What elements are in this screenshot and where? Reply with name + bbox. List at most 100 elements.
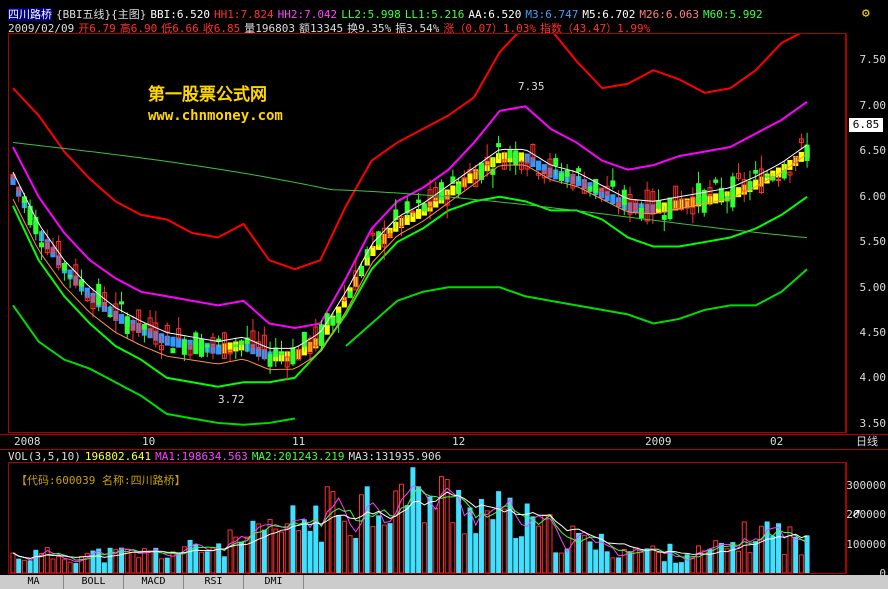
volume-bar (79, 555, 85, 573)
volume-bar (541, 514, 547, 573)
candle-body (496, 143, 502, 148)
volume-bar (73, 563, 79, 573)
bbi-block (467, 173, 473, 184)
volume-bar (336, 515, 342, 573)
candle-body (61, 262, 67, 271)
volume-bar (604, 551, 610, 573)
bbi-block (416, 208, 422, 219)
candle-body (124, 316, 130, 334)
volume-bar (638, 551, 644, 573)
volume-ma2-line (12, 486, 808, 561)
volume-bar (673, 562, 679, 573)
candle-body (507, 149, 513, 159)
volume-bar (718, 542, 724, 573)
volume-bar (461, 533, 467, 573)
m26-value: M26:6.063 (639, 8, 699, 21)
tab-macd[interactable]: MACD (124, 575, 184, 589)
candle-body (421, 203, 427, 212)
ma-line-m5 (12, 144, 808, 349)
tab-rsi[interactable]: RSI (184, 575, 244, 589)
volume-bar (416, 486, 422, 573)
volume-bar (290, 505, 296, 573)
bbi-block (170, 336, 176, 347)
m3-value: M3:6.747 (525, 8, 579, 21)
volume-bar (387, 523, 393, 573)
volume-bar (621, 548, 627, 573)
candle-body (119, 301, 125, 305)
tab-ma[interactable]: MA (4, 575, 64, 589)
tab-dmi[interactable]: DMI (244, 575, 304, 589)
volume-bar (159, 558, 165, 573)
period-label[interactable]: 日线 (856, 435, 878, 448)
volume-bar (136, 557, 142, 573)
volume-bar (107, 547, 113, 573)
volume-bar (633, 547, 639, 573)
ll2-value: LL2:5.998 (341, 8, 401, 21)
volume-bar (221, 556, 227, 573)
date-axis: 2008 10 11 12 2009 02 日线 (0, 434, 888, 450)
volume-bar (421, 522, 427, 573)
volume-bar (798, 554, 804, 573)
candle-body (233, 344, 239, 348)
hh1-value: HH1:7.824 (213, 8, 274, 21)
volume-bar (341, 520, 347, 573)
candle-body (718, 187, 724, 201)
volume-bar (193, 543, 199, 573)
volume-bar (16, 558, 22, 573)
date-label: 12 (452, 435, 466, 448)
volume-bar (353, 537, 359, 573)
hh2-value: HH2:7.042 (277, 8, 338, 21)
volume-bar (530, 516, 536, 573)
candle-body (564, 169, 570, 177)
volume-bar (27, 560, 33, 573)
price-tick: 6.00 (859, 189, 887, 203)
watermark-title: 第一股票公式网 (148, 85, 267, 105)
settings-icon[interactable]: ⚙ (862, 6, 870, 21)
bbi-block (118, 313, 125, 324)
volume-bar (736, 550, 742, 573)
volume-bar (627, 551, 633, 573)
volume-bar (50, 558, 56, 573)
candle-body (267, 354, 273, 367)
bbi-value: BBI:6.520 (150, 8, 210, 21)
price-tick: 7.50 (859, 53, 887, 67)
volume-bar (227, 529, 233, 573)
volume-bar (696, 545, 702, 573)
ma-line-m26 (12, 153, 808, 371)
price-tick: 5.00 (859, 280, 887, 294)
volume-bar (170, 551, 176, 573)
volume-bar (558, 552, 564, 573)
candle-body (39, 242, 45, 248)
tab-boll[interactable]: BOLL (64, 575, 124, 589)
volume-bar (21, 559, 27, 573)
volume-bar (176, 552, 182, 573)
volume-bar (410, 467, 416, 573)
volume-bar (279, 531, 284, 573)
candle-body (558, 173, 564, 181)
volume-bar (690, 557, 696, 573)
volume-bar (473, 533, 479, 573)
candle-body (273, 347, 279, 357)
candle-body (416, 199, 422, 204)
volume-bar (753, 541, 759, 573)
candle-body (204, 344, 210, 348)
volume-bar (296, 530, 302, 573)
volume-bar (370, 526, 376, 573)
volume-bar (793, 536, 799, 573)
volume-bar (427, 496, 433, 573)
volume-bar (404, 505, 410, 573)
candle-body (456, 183, 462, 195)
volume-bar (513, 538, 519, 573)
volume-bar (496, 491, 502, 573)
ll1-value: LL1:5.216 (404, 8, 465, 21)
high-annotation: 7.35 (518, 80, 545, 93)
date-label: 2009 (645, 435, 672, 448)
price-chart[interactable] (8, 33, 846, 433)
last-price-tag: 6.85 (849, 118, 883, 132)
candle-body (553, 158, 559, 167)
m60-value: M60:5.992 (702, 8, 763, 21)
formula-name: {BBI五线}{主图} (56, 8, 147, 21)
volume-bar (656, 552, 662, 573)
volume-bar (313, 505, 319, 573)
candle-body (330, 317, 336, 326)
